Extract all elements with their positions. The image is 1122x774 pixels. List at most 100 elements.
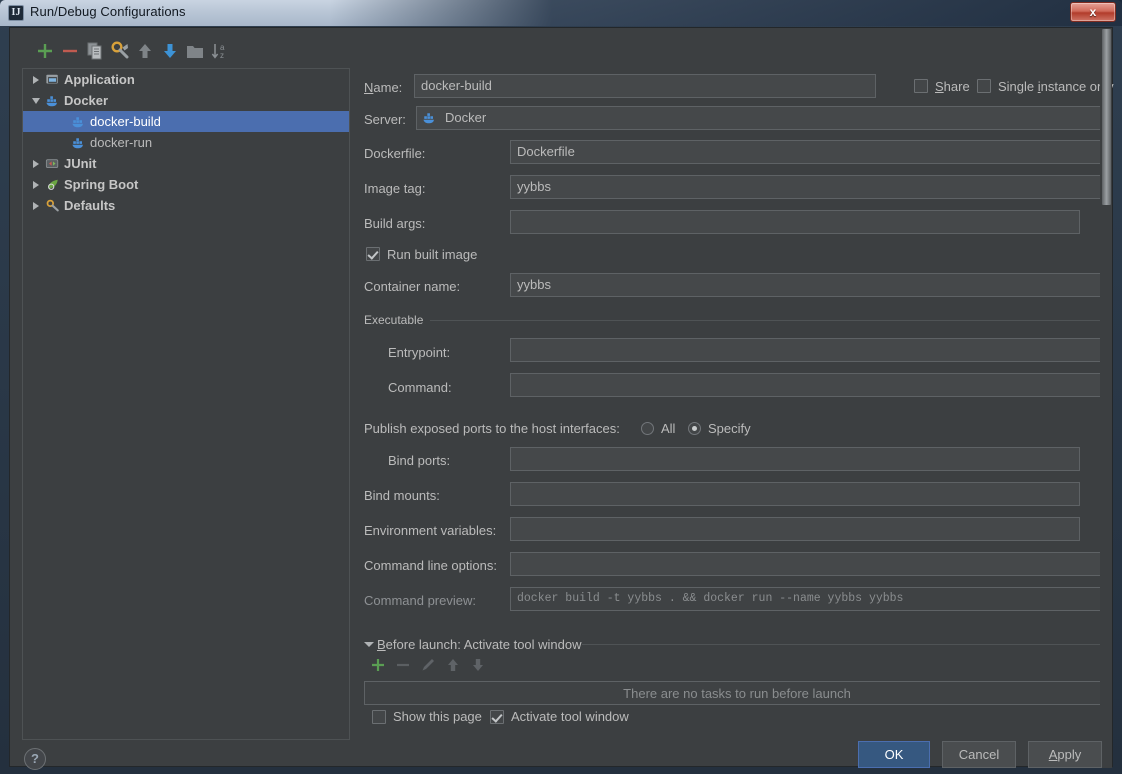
share-checkbox[interactable] xyxy=(914,79,928,93)
bind-mounts-input[interactable] xyxy=(510,482,1080,506)
defaults-icon xyxy=(45,198,61,214)
entrypoint-label: Entrypoint: xyxy=(388,345,451,360)
application-icon xyxy=(45,72,61,88)
ok-button[interactable]: OK xyxy=(858,741,930,768)
before-launch-collapse-icon[interactable] xyxy=(364,642,374,647)
tree-item-spring-boot[interactable]: Spring Boot xyxy=(23,174,349,195)
container-name-label: Container name: xyxy=(364,279,461,294)
remove-configuration-button[interactable] xyxy=(59,40,81,62)
entrypoint-input[interactable] xyxy=(510,338,1110,362)
show-this-page-checkbox[interactable] xyxy=(372,710,386,724)
close-icon[interactable]: x xyxy=(1070,2,1116,22)
tree-item-docker[interactable]: Docker xyxy=(23,90,349,111)
publish-all-label: All xyxy=(661,421,676,436)
spring-boot-icon xyxy=(45,177,61,193)
image-tag-input[interactable]: yybbs xyxy=(510,175,1110,199)
before-launch-empty-text[interactable]: There are no tasks to run before launch xyxy=(364,681,1110,705)
title-bar-gradient xyxy=(330,0,1122,26)
publish-specify-label: Specify xyxy=(708,421,751,436)
cancel-button[interactable]: Cancel xyxy=(942,741,1016,768)
new-folder-button[interactable] xyxy=(184,40,206,62)
vertical-scrollbar-track[interactable] xyxy=(1100,28,1112,768)
task-move-down-button xyxy=(473,659,483,671)
sort-button[interactable]: a z xyxy=(209,40,231,62)
tree-item-label: docker-run xyxy=(90,135,153,150)
tree-item-label: docker-build xyxy=(90,114,161,129)
vertical-scrollbar-thumb[interactable] xyxy=(1102,29,1111,205)
task-move-up-button xyxy=(448,659,458,671)
container-name-input[interactable]: yybbs xyxy=(510,273,1110,297)
tree-item-label: Docker xyxy=(64,93,109,108)
single-instance-checkbox[interactable] xyxy=(977,79,991,93)
name-label: Name: xyxy=(364,80,403,95)
remove-task-button xyxy=(397,663,409,667)
run-built-image-label: Run built image xyxy=(387,247,478,262)
show-this-page-label: Show this page xyxy=(393,709,482,724)
executable-group-label: Executable xyxy=(364,313,424,327)
publish-all-radio[interactable] xyxy=(641,422,654,435)
tree-item-application[interactable]: Application xyxy=(23,69,349,90)
junit-icon xyxy=(45,156,61,172)
tree-item-docker-run[interactable]: docker-run xyxy=(23,132,349,153)
command-line-options-label: Command line options: xyxy=(364,558,497,573)
tree-item-label: Application xyxy=(64,72,135,87)
name-input[interactable]: docker-build xyxy=(414,74,876,98)
configurations-toolbar: a z xyxy=(22,38,350,64)
tree-expand-arrow-collapsed[interactable] xyxy=(29,69,43,90)
dialog-window: IJ Run/Debug Configurations x a z Applic… xyxy=(0,0,1122,774)
move-down-button[interactable] xyxy=(159,40,181,62)
tree-item-defaults[interactable]: Defaults xyxy=(23,195,349,216)
configurations-tree[interactable]: Application Docker docker-build docker-r… xyxy=(22,68,350,740)
bind-ports-input[interactable] xyxy=(510,447,1080,471)
tree-expand-arrow-collapsed[interactable] xyxy=(29,195,43,216)
server-combo[interactable]: Docker xyxy=(416,106,1110,130)
tree-expand-arrow-expanded[interactable] xyxy=(29,90,43,111)
move-up-button[interactable] xyxy=(134,40,156,62)
image-tag-label: Image tag: xyxy=(364,181,426,196)
command-label: Command: xyxy=(388,380,452,395)
command-preview-label: Command preview: xyxy=(364,593,476,608)
dialog-content: a z Application Docker docker-build dock… xyxy=(9,27,1114,770)
dockerfile-combo[interactable]: Dockerfile xyxy=(510,140,1110,164)
edit-defaults-button[interactable] xyxy=(109,40,131,62)
bind-mounts-label: Bind mounts: xyxy=(364,488,440,503)
configuration-form: Name: docker-build Share Single instance… xyxy=(358,64,1114,740)
share-label: Share xyxy=(935,79,970,94)
add-configuration-button[interactable] xyxy=(34,40,56,62)
copy-configuration-button[interactable] xyxy=(84,40,106,62)
tree-item-label: Defaults xyxy=(64,198,116,213)
command-line-options-input[interactable] xyxy=(510,552,1110,576)
docker-icon xyxy=(423,113,434,124)
tree-item-junit[interactable]: JUnit xyxy=(23,153,349,174)
edit-task-button xyxy=(422,659,434,671)
bind-ports-label: Bind ports: xyxy=(388,453,451,468)
before-launch-divider xyxy=(582,644,1110,645)
tree-expand-arrow-collapsed[interactable] xyxy=(29,174,43,195)
publish-specify-radio[interactable] xyxy=(688,422,701,435)
dialog-button-bar: OK Cancel Apply xyxy=(10,741,1114,768)
apply-button[interactable]: Apply xyxy=(1028,741,1102,768)
activate-tool-window-label: Activate tool window xyxy=(511,709,629,724)
svg-text:z: z xyxy=(220,51,224,60)
server-label: Server: xyxy=(364,112,406,127)
add-task-button[interactable] xyxy=(368,655,388,675)
executable-group-divider xyxy=(430,320,1110,321)
environment-variables-label: Environment variables: xyxy=(364,523,497,538)
docker-icon xyxy=(45,93,61,109)
command-preview-field: docker build -t yybbs . && docker run --… xyxy=(510,587,1110,611)
title-bar: IJ Run/Debug Configurations x xyxy=(0,0,1122,26)
activate-tool-window-checkbox[interactable] xyxy=(490,710,504,724)
build-args-input[interactable] xyxy=(510,210,1080,234)
single-instance-label: Single instance only xyxy=(998,79,1114,94)
tree-item-label: JUnit xyxy=(64,156,97,171)
environment-variables-input[interactable] xyxy=(510,517,1080,541)
tree-expand-arrow-collapsed[interactable] xyxy=(29,153,43,174)
window-title: Run/Debug Configurations xyxy=(30,4,186,19)
before-launch-header: Before launch: Activate tool window xyxy=(377,637,582,652)
run-built-image-checkbox[interactable] xyxy=(366,247,380,261)
tree-item-docker-build[interactable]: docker-build xyxy=(23,111,349,132)
docker-icon xyxy=(71,114,87,130)
intellij-idea-icon: IJ xyxy=(8,5,24,21)
build-args-label: Build args: xyxy=(364,216,426,231)
command-input[interactable] xyxy=(510,373,1110,397)
